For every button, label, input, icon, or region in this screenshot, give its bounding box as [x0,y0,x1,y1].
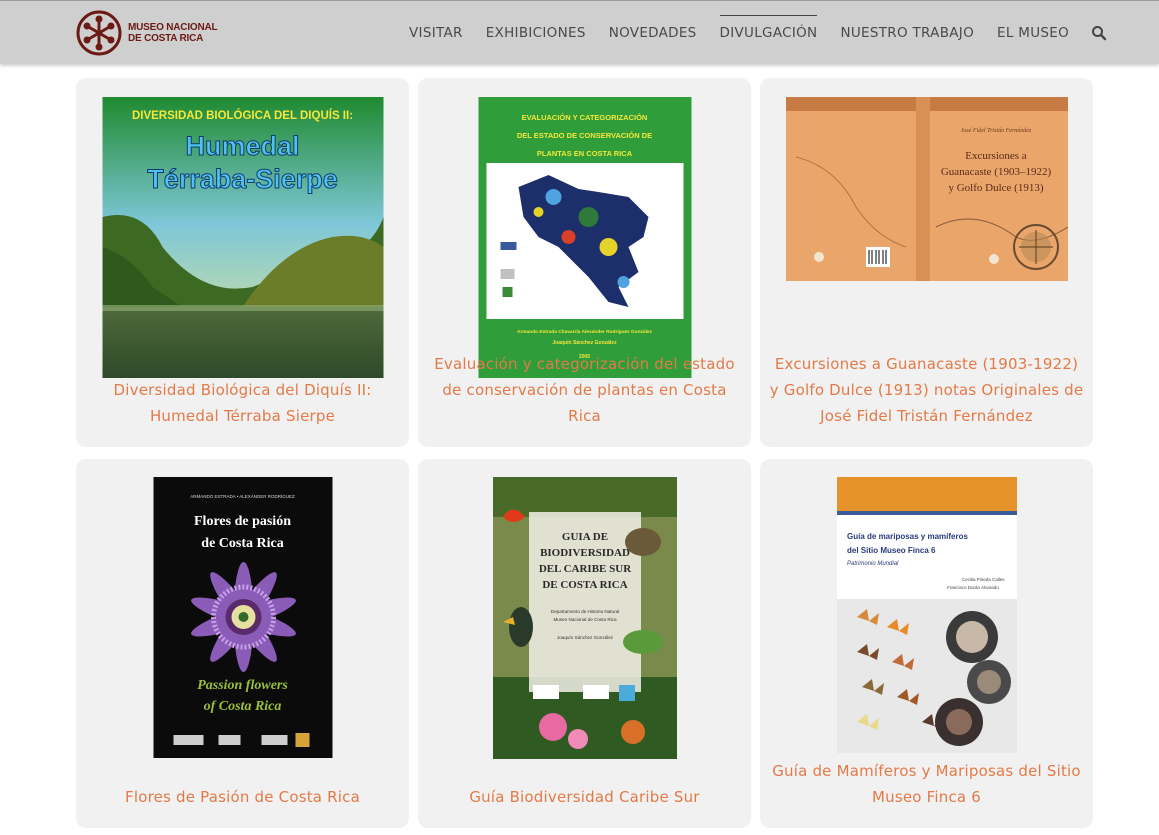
cover-line-1: Flores de pasión [194,514,291,529]
cover-author-1: Cecilia Pineda Calles [962,577,1005,582]
publication-title[interactable]: Flores de Pasión de Costa Rica [84,784,401,810]
publication-card[interactable]: Guía de mariposas y mamíferos del Sitio … [760,459,1093,828]
cover-sub-2: of Costa Rica [203,699,281,714]
publication-title[interactable]: Guía Biodiversidad Caribe Sur [426,784,743,810]
cover-museum: Museo Nacional de Costa Rica [553,617,617,622]
cover-line-2: de Costa Rica [201,536,283,551]
cover-mariposas: Guía de mariposas y mamíferos del Sitio … [836,477,1017,753]
publication-title[interactable]: Excursiones a Guanacaste (1903-1922) y G… [768,351,1085,429]
cover-authors-1: Armando Estrada Chavarría Alexánder Rodr… [517,329,653,335]
book-cover-image[interactable]: ARMANDO ESTRADA • ALEXÁNDER RODRÍGUEZ Fl… [153,477,332,758]
publication-card[interactable]: ARMANDO ESTRADA • ALEXÁNDER RODRÍGUEZ Fl… [76,459,409,828]
cover-dept: Departamento de Historia Natural [550,609,618,614]
cover-author: José Fidel Tristán Fernández [960,128,1031,134]
book-cover-image[interactable]: José Fidel Tristán Fernández Excursiones… [785,97,1068,281]
cover-excursiones: José Fidel Tristán Fernández Excursiones… [785,97,1068,281]
nav-divulgacion[interactable]: DIVULGACIÓN [719,15,818,41]
cover-flores: ARMANDO ESTRADA • ALEXÁNDER RODRÍGUEZ Fl… [153,477,332,758]
cover-sub-1: Passion flowers [197,678,288,693]
cover-line-2: del Sitio Museo Finca 6 [847,546,936,555]
cover-line-1: GUIA DE [561,531,607,543]
cover-authors-2: Joaquín Sánchez González [552,340,617,346]
site-header: MUSEO NACIONAL DE COSTA RICA VISITAR EXH… [0,0,1159,64]
logo-line-2: DE COSTA RICA [128,33,204,44]
nav-el-museo[interactable]: EL MUSEO [997,25,1069,41]
publication-card[interactable]: José Fidel Tristán Fernández Excursiones… [760,78,1093,447]
book-cover-image[interactable]: GUIA DE BIODIVERSIDAD DEL CARIBE SUR DE … [492,477,677,759]
cover-line-2: BIODIVERSIDAD [540,547,630,559]
cover-line-1: EVALUACIÓN Y CATEGORIZACIÓN [521,113,647,122]
nav-exhibiciones[interactable]: EXHIBICIONES [486,25,586,41]
cover-authors: ARMANDO ESTRADA • ALEXÁNDER RODRÍGUEZ [190,493,295,499]
main-nav: VISITAR EXHIBICIONES NOVEDADES DIVULGACI… [386,1,1107,65]
logo-text: MUSEO NACIONAL DE COSTA RICA [128,22,218,44]
museum-logo-icon [76,10,122,56]
cover-line-3: DEL CARIBE SUR [538,563,631,575]
cover-conservacion: EVALUACIÓN Y CATEGORIZACIÓN DEL ESTADO D… [478,97,691,378]
cover-editor: Joaquín Sánchez González [556,635,613,640]
publication-title[interactable]: Evaluación y categorización del estado d… [426,351,743,429]
cover-line-3: Patrimonio Mundial [847,561,899,567]
cover-line-4: DE COSTA RICA [542,579,627,591]
nav-novedades[interactable]: NOVEDADES [609,25,697,41]
book-cover-image[interactable]: Guía de mariposas y mamíferos del Sitio … [836,477,1017,753]
publication-card[interactable]: EVALUACIÓN Y CATEGORIZACIÓN DEL ESTADO D… [418,78,751,447]
nav-nuestro-trabajo[interactable]: NUESTRO TRABAJO [840,25,974,41]
publication-card[interactable]: GUIA DE BIODIVERSIDAD DEL CARIBE SUR DE … [418,459,751,828]
book-cover-image[interactable]: EVALUACIÓN Y CATEGORIZACIÓN DEL ESTADO D… [478,97,691,378]
book-cover-image[interactable]: DIVERSIDAD BIOLÓGICA DEL DIQUÍS II: Hume… [102,97,383,378]
cover-top-text: DIVERSIDAD BIOLÓGICA DEL DIQUÍS II: [131,109,352,122]
publication-title[interactable]: Diversidad Biológica del Diquís II: Hume… [84,377,401,429]
cover-line-3: y Golfo Dulce (1913) [948,182,1043,194]
cover-line-2: DEL ESTADO DE CONSERVACIÓN DE [516,131,651,140]
site-logo[interactable]: MUSEO NACIONAL DE COSTA RICA [76,10,218,56]
cover-author-2: Francisco Durán Alvarado [947,585,999,590]
cover-main-line-2: Térraba-Sierpe [147,164,338,194]
cover-line-2: Guanacaste (1903–1922) [940,166,1051,178]
logo-line-1: MUSEO NACIONAL [128,22,218,33]
cover-line-3: PLANTAS EN COSTA RICA [536,149,632,158]
search-icon[interactable] [1091,25,1107,41]
cover-main-line-1: Humedal [185,131,299,161]
publication-title[interactable]: Guía de Mamíferos y Mariposas del Sitio … [768,758,1085,810]
publication-card[interactable]: DIVERSIDAD BIOLÓGICA DEL DIQUÍS II: Hume… [76,78,409,447]
publications-grid: DIVERSIDAD BIOLÓGICA DEL DIQUÍS II: Hume… [76,78,1093,828]
cover-caribe: GUIA DE BIODIVERSIDAD DEL CARIBE SUR DE … [492,477,677,759]
cover-line-1: Guía de mariposas y mamíferos [847,532,968,541]
cover-line-1: Excursiones a [965,150,1027,162]
nav-visitar[interactable]: VISITAR [409,25,463,41]
cover-humedal: DIVERSIDAD BIOLÓGICA DEL DIQUÍS II: Hume… [102,97,383,378]
